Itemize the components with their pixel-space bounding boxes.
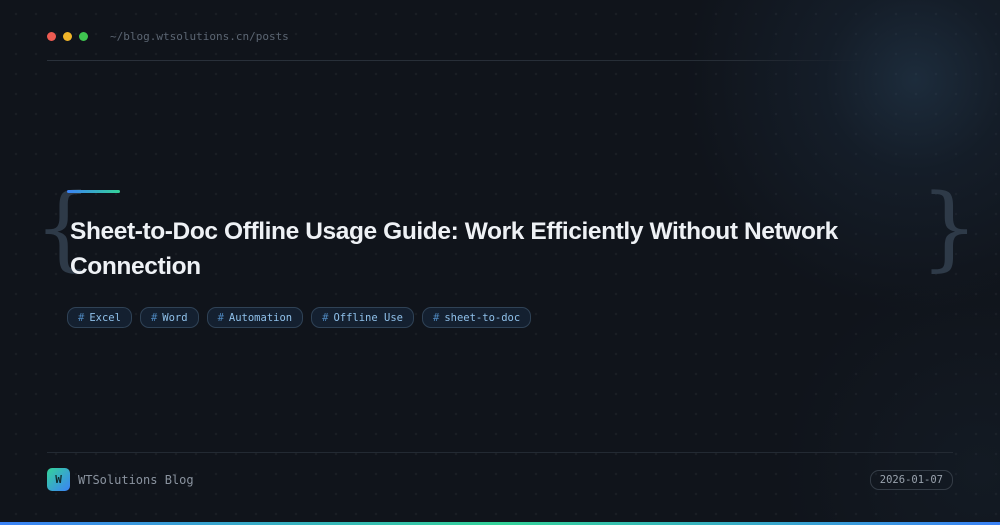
tag-label: Offline Use — [333, 311, 403, 324]
logo-icon: W — [47, 468, 70, 491]
tag-automation[interactable]: # Automation — [206, 307, 304, 328]
close-dot-icon[interactable] — [47, 31, 56, 41]
hash-icon: # — [150, 311, 158, 324]
traffic-lights — [47, 31, 88, 41]
tag-label: Excel — [89, 311, 121, 324]
right-curly-brace-icon: } — [920, 174, 979, 281]
title-accent-line — [67, 190, 120, 193]
tag-word[interactable]: # Word — [139, 307, 199, 328]
blog-brand[interactable]: W WTSolutions Blog — [47, 468, 194, 491]
brand-name: WTSolutions Blog — [78, 472, 194, 487]
tag-sheet-to-doc[interactable]: # sheet-to-doc — [421, 307, 532, 328]
tag-label: sheet-to-doc — [444, 311, 521, 324]
tag-label: Automation — [228, 311, 293, 324]
hash-icon: # — [432, 311, 440, 324]
hash-icon: # — [217, 311, 224, 324]
tag-excel[interactable]: # Excel — [67, 307, 132, 328]
window-titlebar: ~/blog.wtsolutions.cn/posts — [47, 26, 867, 46]
tag-offline-use[interactable]: # Offline Use — [311, 307, 414, 328]
post-title: Sheet-to-Doc Offline Usage Guide: Work E… — [70, 218, 838, 280]
url-path: ~/blog.wtsolutions.cn/posts — [110, 29, 289, 43]
hash-icon: # — [78, 311, 85, 324]
footer-divider — [47, 452, 953, 453]
tag-list: # Excel # Word # Automation # Offline Us… — [67, 307, 532, 328]
header-divider — [47, 60, 867, 61]
maximize-dot-icon[interactable] — [79, 31, 88, 41]
post-date-badge: 2026-01-07 — [869, 470, 953, 490]
hash-icon: # — [322, 311, 329, 324]
minimize-dot-icon[interactable] — [63, 31, 72, 41]
tag-label: Word — [162, 311, 188, 324]
